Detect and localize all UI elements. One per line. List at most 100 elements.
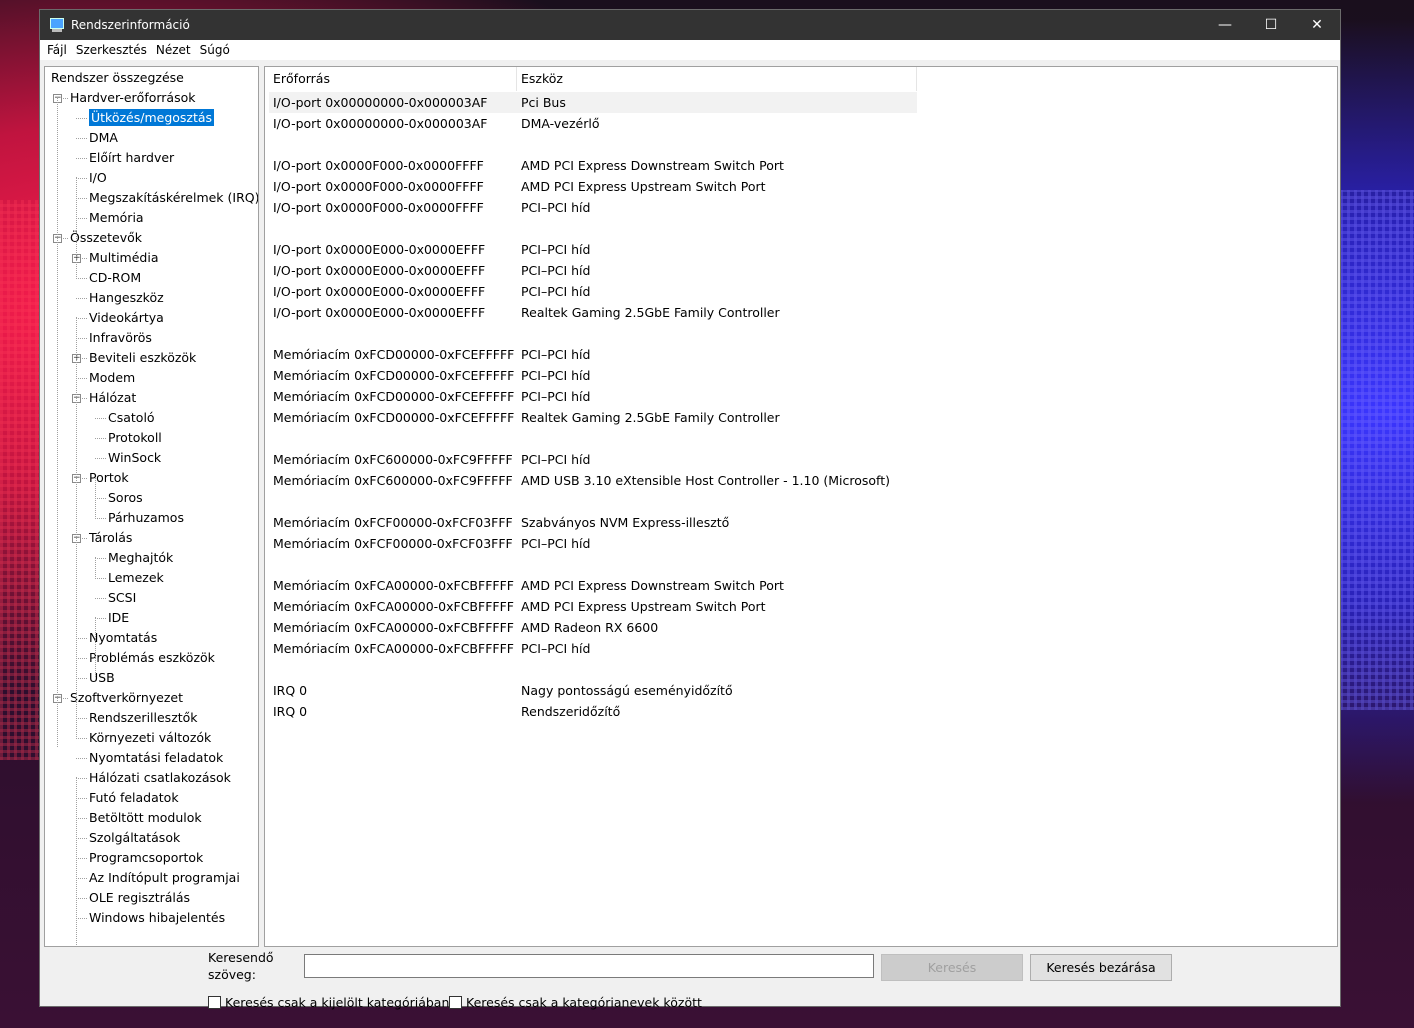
menu-edit[interactable]: Szerkesztés [73, 43, 153, 57]
table-row[interactable]: Memóriacím 0xFCD00000-0xFCEFFFFF PCI–PCI … [269, 344, 917, 365]
tree-item[interactable]: Programcsoportok [89, 848, 203, 868]
tree-item[interactable]: Meghajtók [108, 548, 173, 568]
table-row[interactable]: I/O-port 0x0000F000-0x0000FFFF PCI–PCI hí… [269, 197, 917, 218]
close-search-button[interactable]: Keresés bezárása [1030, 954, 1172, 981]
tree-connector [76, 778, 87, 779]
tree-item[interactable]: Betöltött modulok [89, 808, 202, 828]
tree-item[interactable]: Nyomtatás [89, 628, 157, 648]
tree-item-label: Beviteli eszközök [89, 350, 197, 365]
list-header: Erőforrás Eszköz [269, 67, 917, 91]
tree-item-label: Meghajtók [108, 550, 174, 565]
checkbox-box[interactable] [208, 996, 221, 1009]
tree-item[interactable]: Tárolás [89, 528, 132, 548]
tree-item[interactable]: Rendszer összegzése [51, 68, 184, 88]
tree-item[interactable]: Protokoll [108, 428, 162, 448]
table-row[interactable]: I/O-port 0x0000E000-0x0000EFFF PCI–PCI hí… [269, 260, 917, 281]
tree-item[interactable]: Hangeszköz [89, 288, 164, 308]
window-title: Rendszerinformáció [71, 18, 190, 32]
resource-cell: Memóriacím 0xFCD00000-0xFCEFFFFF [273, 368, 515, 383]
tree-item[interactable]: SCSI [108, 588, 136, 608]
table-row[interactable]: Memóriacím 0xFC600000-0xFC9FFFFF AMD USB … [269, 470, 917, 491]
table-row[interactable] [269, 491, 917, 512]
tree-item[interactable]: Nyomtatási feladatok [89, 748, 223, 768]
tree-item[interactable]: Megszakításkérelmek (IRQ) [89, 188, 258, 208]
table-row[interactable]: Memóriacím 0xFCA00000-0xFCBFFFFF PCI–PCI … [269, 638, 917, 659]
tree-item-label: Párhuzamos [108, 510, 184, 525]
menu-help[interactable]: Súgó [197, 43, 236, 57]
details-list[interactable]: Erőforrás Eszköz I/O-port 0x00000000-0x0… [264, 66, 1338, 947]
table-row[interactable]: Memóriacím 0xFCA00000-0xFCBFFFFF AMD PCI … [269, 596, 917, 617]
table-row[interactable]: I/O-port 0x0000E000-0x0000EFFF PCI–PCI hí… [269, 239, 917, 260]
tree-item[interactable]: I/O [89, 168, 107, 188]
search-category-names-checkbox[interactable]: Keresés csak a kategórianevek között [449, 995, 702, 1010]
table-row[interactable]: I/O-port 0x0000F000-0x0000FFFF AMD PCI Ex… [269, 176, 917, 197]
tree-item[interactable]: USB [89, 668, 115, 688]
search-button[interactable]: Keresés [881, 954, 1023, 981]
table-row[interactable]: Memóriacím 0xFCA00000-0xFCBFFFFF AMD PCI … [269, 575, 917, 596]
table-row[interactable]: Memóriacím 0xFCA00000-0xFCBFFFFF AMD Rade… [269, 617, 917, 638]
tree-item[interactable]: Problémás eszközök [89, 648, 215, 668]
close-button[interactable]: ✕ [1294, 10, 1340, 40]
table-row[interactable]: IRQ 0 Rendszeridőzítő [269, 701, 917, 722]
table-row[interactable] [269, 134, 917, 155]
table-row[interactable]: I/O-port 0x00000000-0x000003AF DMA-vezérl… [269, 113, 917, 134]
table-row[interactable]: I/O-port 0x0000E000-0x0000EFFF PCI–PCI hí… [269, 281, 917, 302]
minimize-button[interactable]: — [1202, 10, 1248, 40]
tree-item[interactable]: Szolgáltatások [89, 828, 180, 848]
tree-item[interactable]: Videokártya [89, 308, 164, 328]
table-row[interactable] [269, 659, 917, 680]
tree-item[interactable]: Futó feladatok [89, 788, 179, 808]
tree-item[interactable]: Multimédia [89, 248, 159, 268]
table-row[interactable]: I/O-port 0x0000F000-0x0000FFFF AMD PCI Ex… [269, 155, 917, 176]
table-row[interactable] [269, 323, 917, 344]
tree-item[interactable]: Beviteli eszközök [89, 348, 196, 368]
tree-item[interactable]: Szoftverkörnyezet [70, 688, 183, 708]
table-row[interactable]: IRQ 0 Nagy pontosságú eseményidőzítő [269, 680, 917, 701]
table-row[interactable] [269, 554, 917, 575]
tree-item[interactable]: Rendszerillesztők [89, 708, 198, 728]
tree-connector [95, 617, 96, 677]
tree-item[interactable]: WinSock [108, 448, 161, 468]
tree-item[interactable]: Windows hibajelentés [89, 908, 225, 928]
tree-item[interactable]: IDE [108, 608, 129, 628]
tree-item[interactable]: Hálózati csatlakozások [89, 768, 231, 788]
menu-view[interactable]: Nézet [153, 43, 197, 57]
title-bar[interactable]: Rendszerinformáció — ☐ ✕ [40, 10, 1340, 40]
table-row[interactable]: Memóriacím 0xFCF00000-0xFCF03FFF PCI–PCI … [269, 533, 917, 554]
checkbox-box[interactable] [449, 996, 462, 1009]
resource-cell [269, 428, 517, 449]
table-row[interactable]: Memóriacím 0xFCD00000-0xFCEFFFFF Realtek … [269, 407, 917, 428]
menu-file[interactable]: Fájl [44, 43, 73, 57]
tree-item[interactable]: Összetevők [70, 228, 142, 248]
tree-item[interactable]: Csatoló [108, 408, 155, 428]
tree-item[interactable]: Lemezek [108, 568, 164, 588]
tree-item[interactable]: OLE regisztrálás [89, 888, 190, 908]
column-header-device[interactable]: Eszköz [517, 67, 917, 91]
search-selected-category-checkbox[interactable]: Keresés csak a kijelölt kategóriában [208, 995, 449, 1010]
table-row[interactable] [269, 218, 917, 239]
maximize-button[interactable]: ☐ [1248, 10, 1294, 40]
tree-item[interactable]: Hálózat [89, 388, 136, 408]
tree-item[interactable]: Hardver-erőforrások [70, 88, 196, 108]
column-header-resource[interactable]: Erőforrás [269, 67, 517, 91]
table-row[interactable]: I/O-port 0x00000000-0x000003AF Pci Bus [269, 92, 917, 113]
tree-item[interactable]: Modem [89, 368, 135, 388]
tree-item[interactable]: Párhuzamos [108, 508, 184, 528]
table-row[interactable] [269, 428, 917, 449]
tree-item[interactable]: CD-ROM [89, 268, 141, 288]
search-input[interactable] [304, 954, 874, 978]
tree-item[interactable]: DMA [89, 128, 118, 148]
table-row[interactable]: Memóriacím 0xFC600000-0xFC9FFFFF PCI–PCI … [269, 449, 917, 470]
table-row[interactable]: Memóriacím 0xFCD00000-0xFCEFFFFF PCI–PCI … [269, 365, 917, 386]
tree-item[interactable]: Ütközés/megosztás [89, 108, 215, 128]
tree-item[interactable]: Az Indítópult programjai [89, 868, 240, 888]
tree-item[interactable]: Memória [89, 208, 144, 228]
tree-item[interactable]: Soros [108, 488, 143, 508]
category-tree[interactable]: Rendszer összegzése Hardver-erőforrások − Ü… [44, 66, 259, 947]
table-row[interactable]: I/O-port 0x0000E000-0x0000EFFF Realtek Ga… [269, 302, 917, 323]
tree-item[interactable]: Környezeti változók [89, 728, 211, 748]
table-row[interactable]: Memóriacím 0xFCD00000-0xFCEFFFFF PCI–PCI … [269, 386, 917, 407]
tree-item[interactable]: Előírt hardver [89, 148, 174, 168]
tree-item[interactable]: Infravörös [89, 328, 152, 348]
table-row[interactable]: Memóriacím 0xFCF00000-0xFCF03FFF Szabvány… [269, 512, 917, 533]
